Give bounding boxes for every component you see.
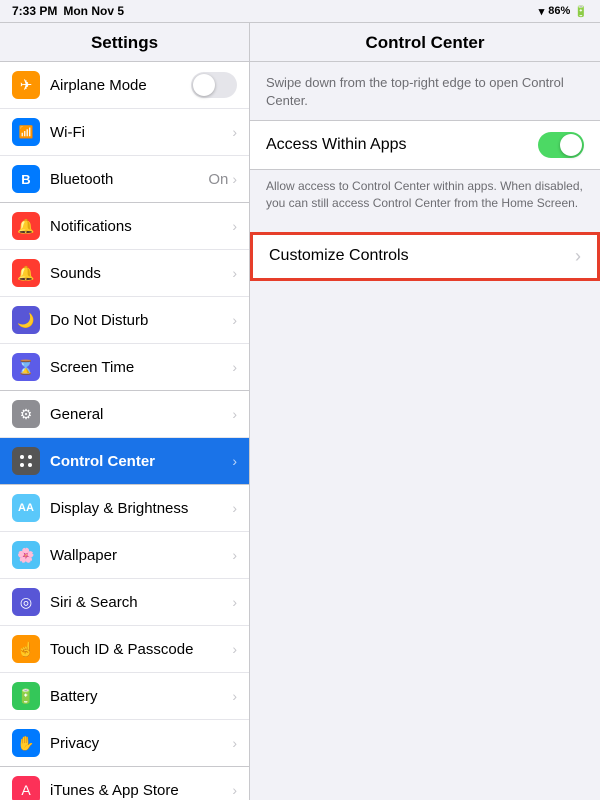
itunes-label: iTunes & App Store [50,782,232,799]
battery-chevron: › [232,688,237,704]
wifi-label: Wi-Fi [50,124,232,141]
panel-title: Control Center [250,23,600,62]
status-day: Mon Nov 5 [63,4,124,18]
sidebar-title: Settings [0,23,249,62]
access-within-apps-section: Access Within Apps [250,120,600,170]
airplane-icon: ✈ [12,71,40,99]
customize-chevron: › [575,246,581,267]
sidebar: Settings ✈ Airplane Mode 📶 Wi-Fi › B Blu… [0,23,250,800]
privacy-label: Privacy [50,735,232,752]
sidebar-item-itunes[interactable]: A iTunes & App Store › [0,767,249,800]
right-panel: Control Center Swipe down from the top-r… [250,23,600,800]
wallpaper-icon: 🌸 [12,541,40,569]
sidebar-item-notifications[interactable]: 🔔 Notifications › [0,203,249,250]
sidebar-item-airplane[interactable]: ✈ Airplane Mode [0,62,249,109]
status-time: 7:33 PM [12,4,57,18]
bluetooth-label: Bluetooth [50,171,208,188]
notifications-icon: 🔔 [12,212,40,240]
sidebar-item-wifi[interactable]: 📶 Wi-Fi › [0,109,249,156]
access-description-text: Allow access to Control Center within ap… [250,172,600,224]
general-icon: ⚙ [12,400,40,428]
bluetooth-chevron: › [232,171,237,187]
sidebar-item-screentime[interactable]: ⌛ Screen Time › [0,344,249,390]
wallpaper-label: Wallpaper [50,547,232,564]
sounds-label: Sounds [50,265,232,282]
status-bar: 7:33 PM Mon Nov 5 ▾ 86% 🔋 [0,0,600,22]
wifi-icon: 📶 [12,118,40,146]
itunes-icon: A [12,776,40,800]
general-chevron: › [232,406,237,422]
privacy-chevron: › [232,735,237,751]
wifi-icon: ▾ [539,5,545,18]
itunes-chevron: › [232,782,237,798]
notifications-label: Notifications [50,218,232,235]
sidebar-section-1: ✈ Airplane Mode 📶 Wi-Fi › B Bluetooth On… [0,62,249,203]
display-icon: AA [12,494,40,522]
access-within-apps-label: Access Within Apps [266,136,538,154]
notifications-chevron: › [232,218,237,234]
touchid-label: Touch ID & Passcode [50,641,232,658]
airplane-toggle[interactable] [191,72,237,98]
siri-icon: ◎ [12,588,40,616]
sidebar-item-battery[interactable]: 🔋 Battery › [0,673,249,720]
sidebar-item-controlcenter[interactable]: Control Center › [0,438,249,484]
battery-icon: 🔋 [574,5,588,18]
sidebar-item-siri[interactable]: ◎ Siri & Search › [0,579,249,626]
access-within-apps-toggle[interactable] [538,132,584,158]
touchid-icon: ☝ [12,635,40,663]
customize-controls-label: Customize Controls [269,247,575,265]
siri-label: Siri & Search [50,594,232,611]
wallpaper-chevron: › [232,547,237,563]
panel-body: Swipe down from the top-right edge to op… [250,62,600,281]
sidebar-item-donotdisturb[interactable]: 🌙 Do Not Disturb › [0,297,249,344]
controlcenter-chevron: › [232,453,237,469]
sidebar-item-general[interactable]: ⚙ General › [0,391,249,438]
privacy-icon: ✋ [12,729,40,757]
access-within-apps-row[interactable]: Access Within Apps [250,121,600,169]
donotdisturb-chevron: › [232,312,237,328]
sidebar-item-display[interactable]: AA Display & Brightness › [0,485,249,532]
panel-intro-text: Swipe down from the top-right edge to op… [250,62,600,120]
sidebar-item-wallpaper[interactable]: 🌸 Wallpaper › [0,532,249,579]
controlcenter-label: Control Center [50,453,232,470]
sidebar-item-touchid[interactable]: ☝ Touch ID & Passcode › [0,626,249,673]
sounds-icon: 🔔 [12,259,40,287]
sidebar-section-3: ⚙ General › Control Center › [0,391,249,485]
sidebar-item-sounds[interactable]: 🔔 Sounds › [0,250,249,297]
sounds-chevron: › [232,265,237,281]
screentime-chevron: › [232,359,237,375]
display-chevron: › [232,500,237,516]
battery-label: Battery [50,688,232,705]
airplane-label: Airplane Mode [50,77,191,94]
sidebar-item-privacy[interactable]: ✋ Privacy › [0,720,249,766]
general-label: General [50,406,232,423]
display-label: Display & Brightness [50,500,232,517]
screentime-icon: ⌛ [12,353,40,381]
sidebar-item-bluetooth[interactable]: B Bluetooth On › [0,156,249,202]
donotdisturb-label: Do Not Disturb [50,312,232,329]
donotdisturb-icon: 🌙 [12,306,40,334]
sidebar-section-2: 🔔 Notifications › 🔔 Sounds › 🌙 Do Not Di… [0,203,249,391]
battery-level: 86% [548,5,570,17]
screentime-label: Screen Time [50,359,232,376]
siri-chevron: › [232,594,237,610]
bluetooth-value: On [208,171,228,188]
main-layout: Settings ✈ Airplane Mode 📶 Wi-Fi › B Blu… [0,22,600,800]
wifi-chevron: › [232,124,237,140]
sidebar-section-5: A iTunes & App Store › [0,767,249,800]
customize-controls-row[interactable]: Customize Controls › [250,232,600,281]
sidebar-section-4: AA Display & Brightness › 🌸 Wallpaper › … [0,485,249,767]
touchid-chevron: › [232,641,237,657]
battery-icon: 🔋 [12,682,40,710]
controlcenter-icon [12,447,40,475]
bluetooth-icon: B [12,165,40,193]
